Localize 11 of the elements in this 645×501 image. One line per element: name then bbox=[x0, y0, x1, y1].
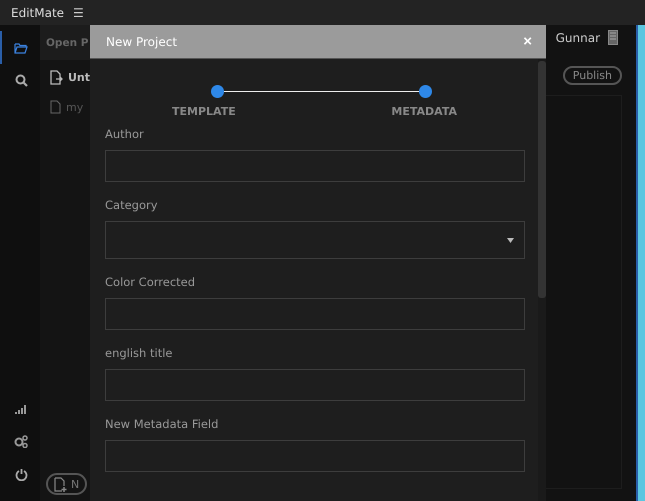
panel-title: Open P bbox=[46, 36, 88, 48]
field-label: Category bbox=[105, 198, 159, 212]
field-label: Author bbox=[105, 127, 145, 141]
user-name: Gunnar bbox=[556, 30, 600, 44]
app-title: EditMate bbox=[11, 6, 64, 20]
step-label: TEMPLATE bbox=[172, 105, 236, 118]
field-label: Color Corrected bbox=[105, 275, 196, 289]
dialog-title: New Project bbox=[106, 34, 178, 48]
field-label: New Metadata Field bbox=[105, 417, 220, 431]
step-label: METADATA bbox=[391, 105, 457, 118]
field-label: english title bbox=[105, 346, 174, 360]
